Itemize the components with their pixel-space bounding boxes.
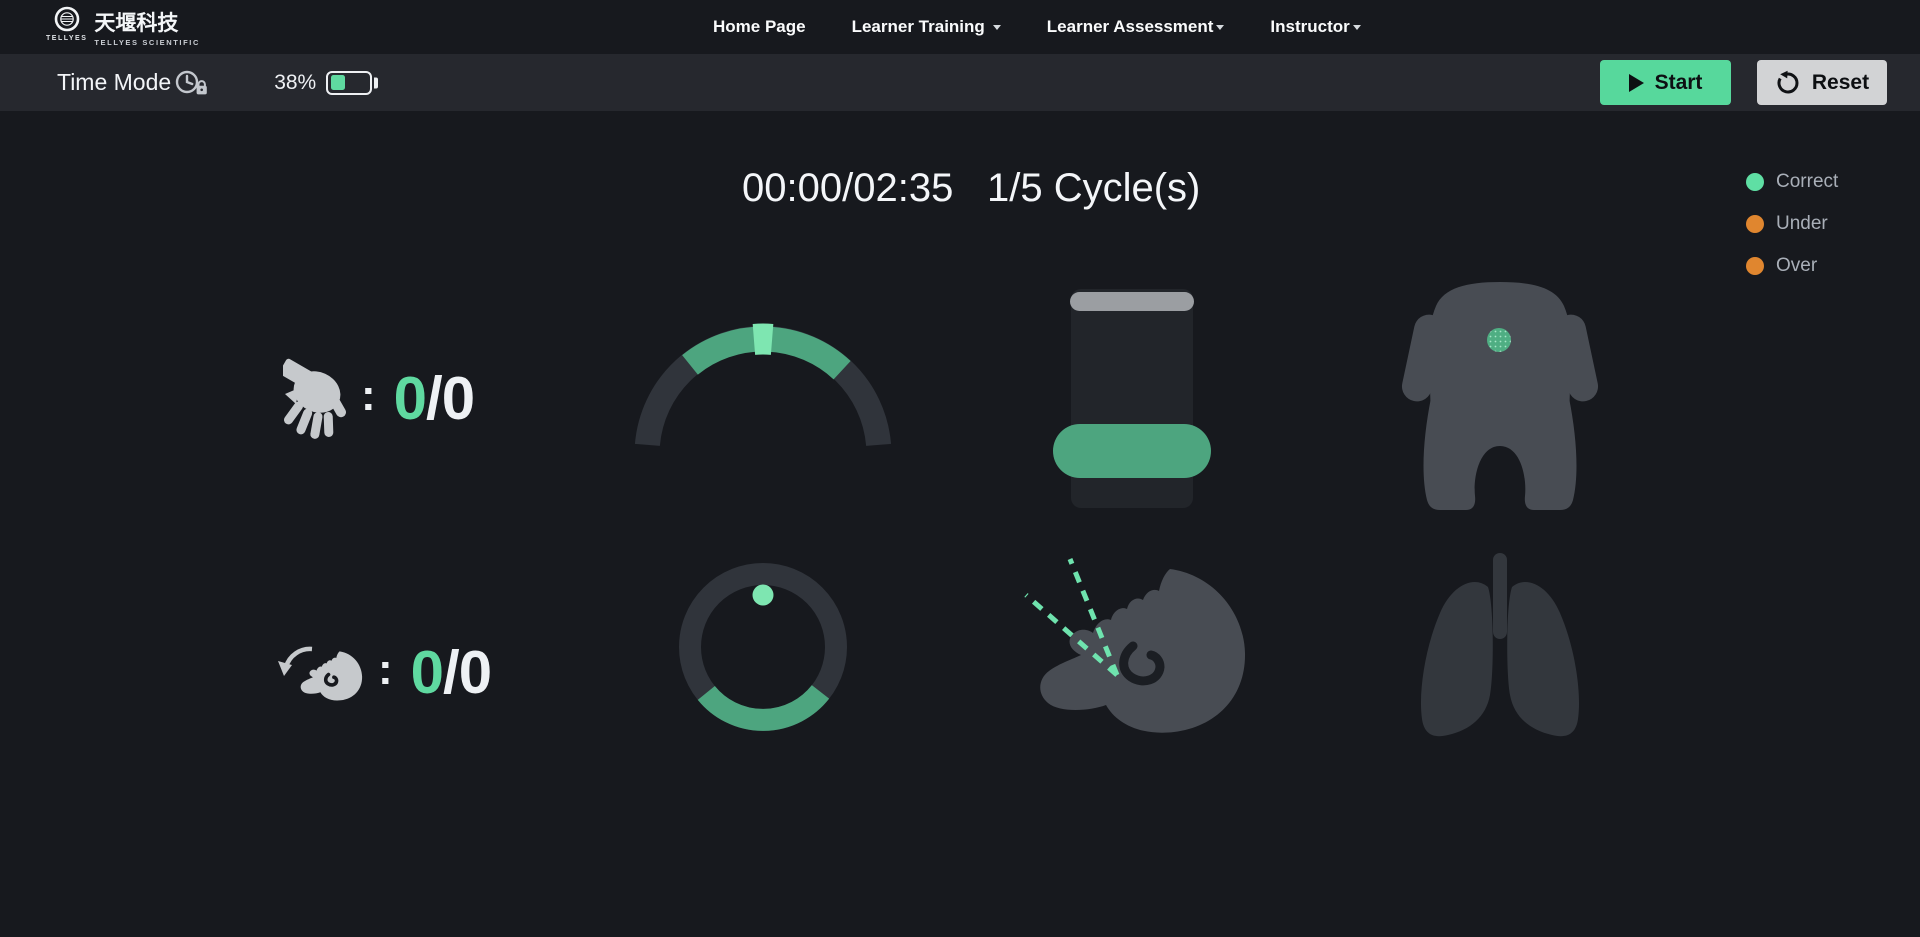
start-button-label: Start (1655, 71, 1703, 95)
main-menu: Home Page Learner Training Learner Asses… (713, 0, 1361, 54)
legend-label: Under (1776, 213, 1828, 235)
brand-name-cn: 天堰科技 (94, 12, 200, 35)
session-timer: 00:00/02:35 (742, 166, 953, 211)
head-silhouette (1040, 569, 1245, 733)
over-status-dot (1746, 257, 1764, 275)
compression-hand-icon (283, 358, 347, 440)
compression-score-value: 0/0 (394, 369, 474, 429)
legend-row-under: Under (1746, 213, 1838, 235)
compression-rate-gauge (628, 318, 898, 470)
ventilation-correct-count: 0 (411, 643, 443, 703)
torso-silhouette (1399, 282, 1601, 510)
brand-logo[interactable]: TELLYES 天堰科技 TELLYES SCIENTIFIC (46, 6, 200, 47)
brand-mark-label: TELLYES (46, 35, 87, 42)
under-status-dot (1746, 215, 1764, 233)
compression-correct-count: 0 (394, 369, 426, 429)
nav-home-page-label: Home Page (713, 17, 806, 37)
score-colon: : (361, 371, 376, 421)
tellyes-logo-icon (47, 6, 87, 34)
nav-learner-training[interactable]: Learner Training (852, 17, 1001, 37)
ventilation-score: : 0/0 (276, 638, 491, 708)
toolbar: Time Mode 38% Start Reset (0, 54, 1920, 111)
ventilation-volume-gauge (679, 563, 847, 731)
chevron-down-icon (993, 25, 1001, 30)
volume-indicator-dot (753, 585, 774, 606)
ventilation-score-value: 0/0 (411, 643, 491, 703)
airway-angle-indicator (1018, 551, 1250, 741)
head-tilt-icon (276, 638, 364, 708)
lungs-icon (1404, 553, 1596, 743)
time-mode-label: Time Mode (57, 69, 171, 96)
correct-status-dot (1746, 173, 1764, 191)
compression-total-count: 0 (442, 369, 474, 429)
clock-lock-icon (174, 68, 210, 98)
battery-fill (331, 75, 345, 90)
depth-marker (1070, 292, 1194, 311)
ventilation-total-count: 0 (459, 643, 491, 703)
top-nav: TELLYES 天堰科技 TELLYES SCIENTIFIC Home Pag… (0, 0, 1920, 54)
score-separator: / (426, 369, 442, 429)
depth-target-zone (1053, 424, 1211, 478)
compression-position-indicator (1394, 280, 1606, 510)
brand-mark: TELLYES (46, 6, 87, 42)
reset-button[interactable]: Reset (1757, 60, 1887, 105)
compression-score: : 0/0 (283, 358, 474, 440)
chevron-down-icon (1216, 25, 1224, 30)
nav-instructor[interactable]: Instructor (1270, 17, 1360, 37)
brand-names: 天堰科技 TELLYES SCIENTIFIC (94, 6, 200, 47)
compression-depth-gauge (1071, 289, 1193, 508)
chevron-down-icon (1353, 25, 1361, 30)
nav-home-page[interactable]: Home Page (713, 17, 806, 37)
legend-row-correct: Correct (1746, 171, 1838, 193)
legend-label: Over (1776, 255, 1817, 277)
nav-learner-assessment[interactable]: Learner Assessment (1047, 17, 1225, 37)
cpr-training-app: TELLYES 天堰科技 TELLYES SCIENTIFIC Home Pag… (0, 0, 1920, 937)
reset-icon (1775, 70, 1801, 96)
score-colon: : (378, 645, 393, 695)
legend-row-over: Over (1746, 255, 1838, 277)
status-legend: Correct Under Over (1746, 171, 1838, 277)
nav-learner-assessment-label: Learner Assessment (1047, 17, 1214, 37)
battery-percentage: 38% (274, 71, 316, 95)
nav-learner-training-label: Learner Training (852, 17, 985, 37)
brand-name-en: TELLYES SCIENTIFIC (94, 38, 200, 47)
chest-target-dot (1487, 328, 1511, 352)
training-stage: 00:00/02:35 1/5 Cycle(s) Correct Under O… (0, 111, 1920, 937)
play-icon (1629, 74, 1644, 92)
nav-instructor-label: Instructor (1270, 17, 1349, 37)
start-button[interactable]: Start (1600, 60, 1731, 105)
battery-icon (326, 71, 372, 95)
legend-label: Correct (1776, 171, 1838, 193)
score-separator: / (443, 643, 459, 703)
reset-button-label: Reset (1812, 71, 1869, 95)
cycle-counter: 1/5 Cycle(s) (987, 166, 1200, 211)
